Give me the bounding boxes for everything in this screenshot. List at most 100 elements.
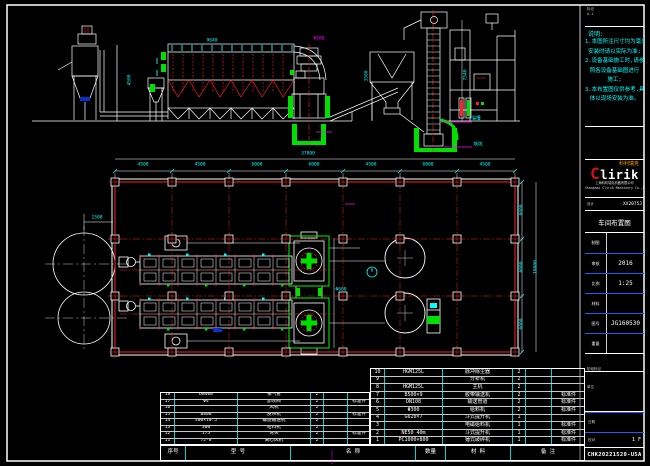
bom-cell: 17: [161, 400, 175, 406]
bom-cell: 2: [513, 392, 526, 399]
bom-cell: 2: [513, 377, 526, 384]
bom-cell: 标准件: [552, 422, 585, 429]
bom-row: 1PC1000×800锤式破碎机1标准件: [371, 437, 584, 444]
bom-row: 7B500×9胶带输送机2标准件: [371, 392, 584, 400]
bom-cell: [385, 377, 443, 384]
dimension-label: 6000: [308, 164, 319, 169]
dimension-label: 6000: [521, 261, 526, 272]
bom-cell: 16: [161, 406, 175, 412]
bom-cell: 数量: [416, 446, 446, 460]
bom-cell: [348, 406, 370, 412]
bom-row: 3电磁给料机1标准件: [371, 422, 584, 430]
title-row-value: 2016: [607, 254, 644, 273]
bom-cell: 序号: [161, 446, 186, 460]
elevation-view: [32, 12, 520, 146]
note-line: 体以现场安装为准。: [585, 95, 644, 105]
baghouse-ticks: [157, 45, 292, 76]
notes-title: 说明:: [588, 29, 644, 38]
unit-label: 单位: [587, 385, 594, 389]
note-line: 1.本图所注尺寸均为毫米,: [585, 38, 644, 48]
title-row-value: JG160530: [607, 314, 644, 333]
bom-cell: Φ4: [175, 400, 238, 406]
bom-cell: DN400: [175, 393, 238, 399]
bom-cell: 给料机: [443, 407, 513, 414]
bom-cell: [324, 413, 348, 419]
designer-label: 设计: [587, 202, 594, 207]
bom-cell: HGM125L: [385, 369, 443, 376]
bom-cell: 175: [175, 432, 238, 438]
train-cells: [140, 254, 289, 331]
bom-cell: 2: [513, 399, 526, 406]
bom-cell: [526, 369, 552, 376]
bom-cell: [526, 399, 552, 406]
bom-cell: 卸灰阀: [238, 400, 311, 406]
bom-cell: [526, 384, 552, 391]
notes-block: 说明: 1.本图所注尺寸均为毫米,安装时请以实际为准;2.设备基础施工时,请参照…: [585, 27, 644, 127]
bom-cell: 2: [513, 384, 526, 391]
approve-row: 校对 1 F: [585, 432, 644, 447]
bom-cell: [348, 419, 370, 425]
bom-cell: [552, 369, 585, 376]
bom-cell: 15: [161, 413, 175, 419]
bom-table-left: 18DN400排气管217Φ4卸灰阀2标准件16风机215B800皮带机2标准件…: [160, 392, 370, 445]
bom-cell: 材 料: [446, 446, 511, 460]
bom-cell: [552, 384, 585, 391]
bom-table-header: 序号型 号名 称数量材 料备 注: [160, 445, 585, 461]
bom-cell: B500×9: [385, 392, 443, 399]
plan-view: [45, 159, 536, 355]
bom-cell: [324, 432, 348, 438]
bom-cell: 300: [175, 426, 238, 432]
note-line: 照各设备基础图进行: [585, 67, 644, 77]
bom-cell: [324, 400, 348, 406]
note-line: 安装时请以实际为准;: [585, 48, 644, 58]
doc-number: XX2075J: [623, 202, 642, 207]
dimension-label: 18000: [535, 260, 540, 274]
bom-cell: 风机: [238, 406, 311, 412]
bom-cell: 6: [371, 399, 385, 406]
revision-value: A.1: [587, 12, 642, 17]
stage-label: 阶段标记: [587, 367, 601, 371]
dimension-label: 6000: [521, 204, 526, 215]
bom-cell: [526, 415, 552, 422]
title-rows: 制图审核2016比例1:25材料图号JG160530重量: [585, 233, 644, 354]
bom-cell: [526, 407, 552, 414]
bom-cell: 脉冲除尘器: [443, 369, 513, 376]
bom-cell: 2: [311, 432, 324, 438]
dimension-label: 4500: [365, 164, 376, 169]
bom-cell: 2: [311, 413, 324, 419]
dimension-label: 4500: [194, 164, 205, 169]
company-name-en: Shanghai Clirik Machinery Co.,Ltd.: [585, 186, 644, 191]
dimension-label: Ф600: [335, 289, 346, 294]
dimension-label: 37800: [301, 153, 315, 158]
bom-cell: [324, 426, 348, 432]
bom-cell: 2: [513, 407, 526, 414]
title-row-label: 审核: [585, 254, 607, 273]
bom-cell: [324, 419, 348, 425]
bom-cell: 2: [311, 393, 324, 399]
bom-cell: G620×7: [385, 415, 443, 422]
bom-row: 2NE50 40m斗式提升机1标准件: [371, 430, 584, 438]
bom-cell: DN108: [385, 399, 443, 406]
bom-cell: [526, 392, 552, 399]
bom-cell: 胶带输送机: [443, 392, 513, 399]
bom-cell: 11: [161, 439, 175, 445]
bom-row: 10HGM125L脉冲除尘器2: [371, 369, 584, 377]
bom-row: 9分析机2: [371, 377, 584, 385]
bom-cell: 输送管道: [443, 399, 513, 406]
bom-row: 5Φ300给料机2标准件: [371, 407, 584, 415]
bom-cell: [526, 422, 552, 429]
bom-cell: 标准件: [348, 413, 370, 419]
bom-cell: 2: [311, 439, 324, 445]
bom-cell: 锤式破碎机: [443, 437, 513, 444]
bom-cell: 1: [513, 415, 526, 422]
note-line: 3.本布置图仅供参考,具: [585, 86, 644, 96]
bom-cell: 离心风机: [238, 439, 311, 445]
bom-cell: 13: [161, 426, 175, 432]
bom-cell: [526, 437, 552, 444]
dimension-label: 9640: [206, 40, 217, 45]
clirik-logo: Clirik: [585, 167, 644, 181]
elevation-red-parts: [85, 10, 486, 152]
dimension-label: 6000: [422, 164, 433, 169]
blank-box: [585, 127, 644, 160]
dimension-label: 3500: [366, 70, 371, 81]
